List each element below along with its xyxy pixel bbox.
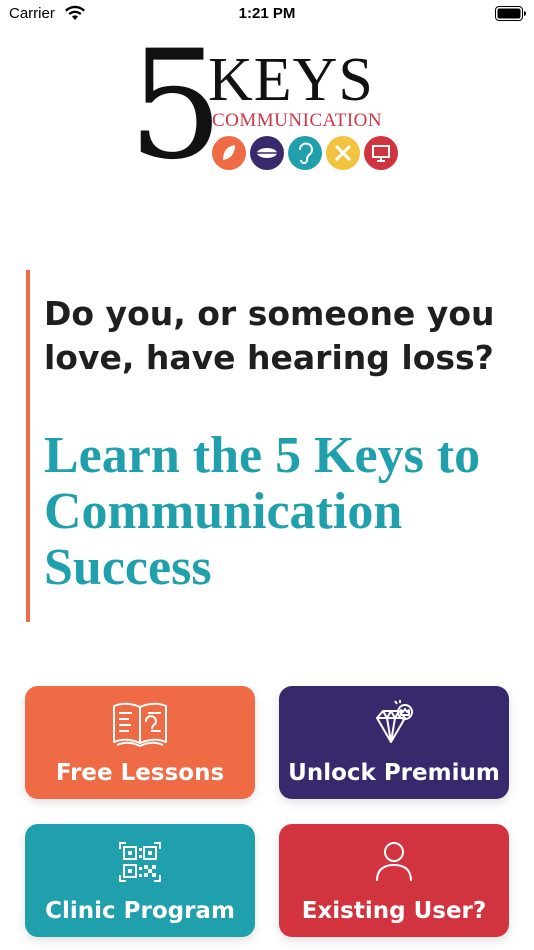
user-icon <box>376 842 412 882</box>
diamond-crown-icon <box>376 700 413 743</box>
existing-user-label: Existing User? <box>301 898 487 924</box>
status-bar: Carrier 1:21 PM <box>0 0 534 30</box>
book-ear-icon <box>113 702 167 747</box>
clinic-program-button[interactable]: Clinic Program <box>25 824 255 937</box>
logo-subtitle: COMMUNICATION <box>212 110 383 131</box>
ear-icon <box>288 136 322 170</box>
clinic-program-label: Clinic Program <box>45 898 235 924</box>
lips-icon <box>250 136 284 170</box>
hearing-loss-question: Do you, or someone you love, have hearin… <box>44 294 495 377</box>
logo-key-icons <box>212 136 398 170</box>
tagline: Learn the 5 Keys to Communication Succes… <box>44 427 481 596</box>
leaf-icon <box>212 136 246 170</box>
free-lessons-label: Free Lessons <box>55 760 225 786</box>
unlock-premium-button[interactable]: Unlock Premium <box>279 686 509 799</box>
tools-icon <box>326 136 360 170</box>
monitor-icon <box>364 136 398 170</box>
free-lessons-button[interactable]: Free Lessons <box>25 686 255 799</box>
app-logo: 5 KEYS COMMUNICATION <box>128 31 408 181</box>
existing-user-button[interactable]: Existing User? <box>279 824 509 937</box>
accent-bar <box>26 270 30 622</box>
logo-word: KEYS <box>208 46 374 114</box>
qr-code-icon <box>119 842 161 882</box>
clock: 1:21 PM <box>238 5 296 22</box>
unlock-premium-label: Unlock Premium <box>288 760 500 786</box>
battery-icon <box>495 6 526 21</box>
